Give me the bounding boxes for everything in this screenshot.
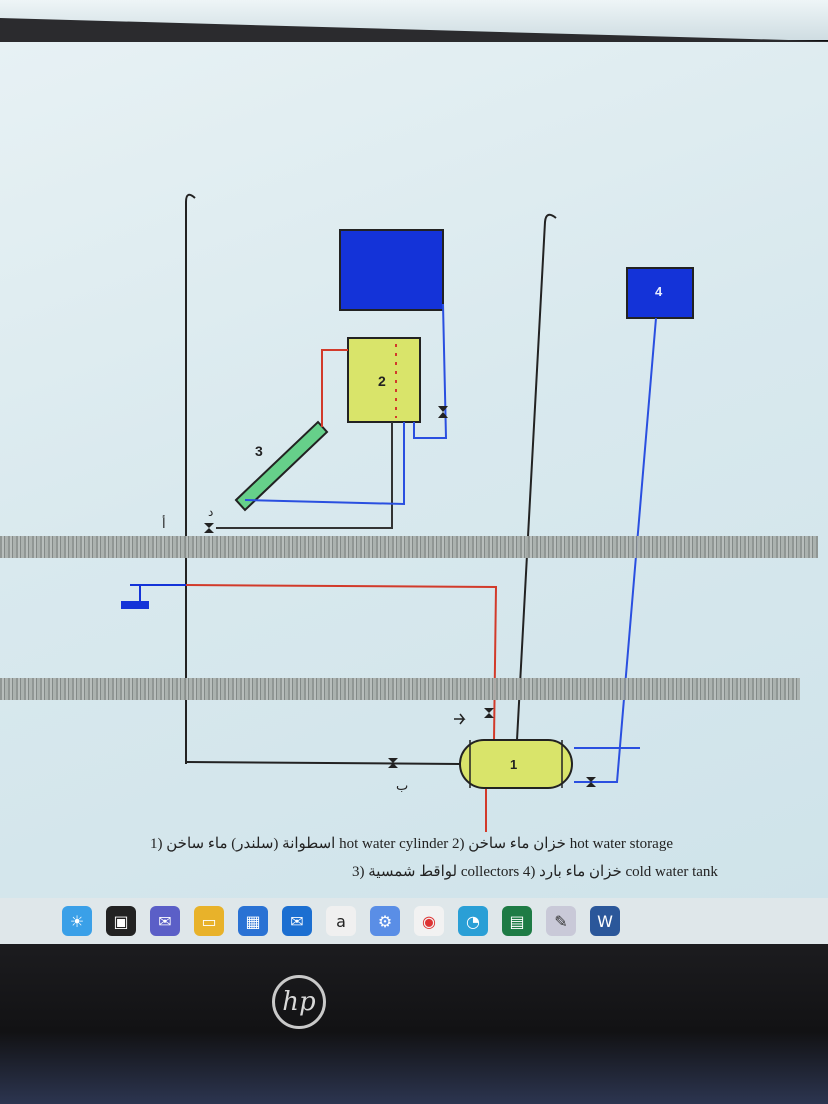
settings-icon[interactable]: ⚙ bbox=[370, 906, 400, 936]
excel-icon[interactable]: ▤ bbox=[502, 906, 532, 936]
header-tank bbox=[339, 229, 444, 311]
label-point-a: أ bbox=[162, 515, 166, 532]
chat-icon[interactable]: ✉ bbox=[150, 906, 180, 936]
label-collector: 3 bbox=[255, 443, 263, 459]
amazon-icon[interactable]: a bbox=[326, 906, 356, 936]
collector-to-tank-hot-pipe bbox=[321, 349, 348, 427]
valve-cylinder-top bbox=[484, 708, 494, 718]
screen: 1 2 3 4 أ ب د 1) اسطوانة (سلندر) ماء ساخ… bbox=[0, 42, 828, 902]
hot-distribution-pipe bbox=[185, 584, 498, 741]
taskbar: ☀ ▣ ✉ ▭ ▦ ✉ a ⚙ ◉ ◔ ▤ ✎ W bbox=[0, 898, 828, 944]
vent-pipe-right bbox=[516, 213, 557, 741]
task-view-icon[interactable]: ▣ bbox=[106, 906, 136, 936]
caption-line-2: 3) لواقط شمسية collectors 4) خزان ماء با… bbox=[352, 864, 718, 880]
edge-icon[interactable]: ◔ bbox=[458, 906, 488, 936]
moire-band-upper bbox=[0, 536, 818, 558]
caption-line-1: 1) اسطوانة (سلندر) ماء ساخن hot water cy… bbox=[150, 836, 673, 852]
solar-water-diagram: 1 2 3 4 أ ب د bbox=[121, 193, 694, 832]
laptop-body bbox=[0, 944, 828, 1104]
label-cold-tank: 4 bbox=[655, 284, 663, 299]
mail-icon[interactable]: ✉ bbox=[282, 906, 312, 936]
widgets-icon[interactable]: ☀ bbox=[62, 906, 92, 936]
hp-logo: hp bbox=[272, 975, 326, 1029]
label-point-b: ب bbox=[396, 779, 408, 794]
shower-head-icon bbox=[121, 584, 186, 609]
label-point-d: د bbox=[208, 505, 213, 519]
chrome-icon[interactable]: ◉ bbox=[414, 906, 444, 936]
valve-d bbox=[204, 523, 214, 533]
word-icon[interactable]: W bbox=[590, 906, 620, 936]
label-hot-storage: 2 bbox=[378, 373, 386, 389]
paint-icon[interactable]: ✎ bbox=[546, 906, 576, 936]
label-cylinder: 1 bbox=[510, 757, 517, 772]
store-icon[interactable]: ▦ bbox=[238, 906, 268, 936]
arrow-icon bbox=[454, 713, 466, 725]
file-explorer-icon[interactable]: ▭ bbox=[194, 906, 224, 936]
solar-collector bbox=[234, 420, 329, 512]
valve-header bbox=[438, 406, 448, 418]
moire-band-lower bbox=[0, 678, 800, 700]
cold-feed-line bbox=[185, 761, 461, 765]
